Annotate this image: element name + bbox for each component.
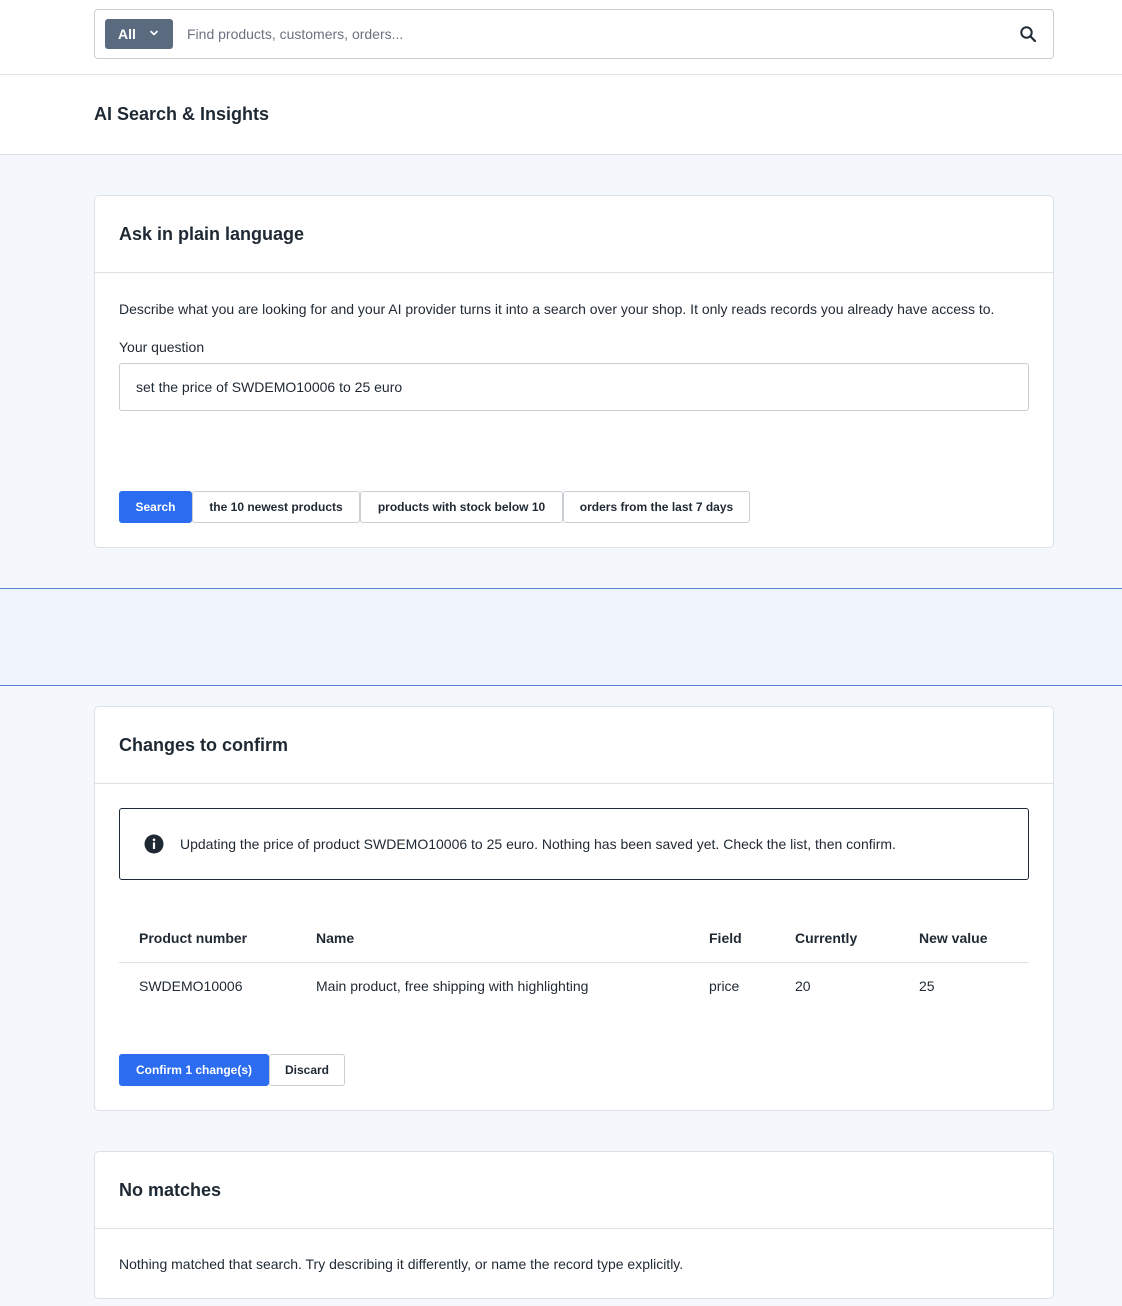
changes-notice: Updating the price of product SWDEMO1000…	[119, 808, 1029, 880]
global-search: All	[94, 9, 1054, 59]
search-type-dropdown[interactable]: All	[105, 19, 173, 49]
ask-actions: Search the 10 newest products products w…	[119, 491, 750, 523]
cell-product-number: SWDEMO10006	[139, 978, 243, 994]
changes-card-header: Changes to confirm	[95, 707, 1053, 784]
changes-card: Changes to confirm Updating the price of…	[94, 706, 1054, 1111]
changes-card-title: Changes to confirm	[119, 735, 289, 755]
no-matches-title: No matches	[119, 1180, 222, 1200]
top-bar: All	[0, 0, 1122, 75]
column-header-name: Name	[316, 930, 355, 946]
chevron-down-icon	[150, 30, 158, 36]
highlight-band	[0, 588, 1122, 686]
cell-field: price	[709, 978, 740, 994]
notice-text: Updating the price of product SWDEMO1000…	[180, 836, 896, 852]
ask-description: Describe what you are looking for and yo…	[119, 301, 995, 317]
suggestion-recent-orders[interactable]: orders from the last 7 days	[563, 491, 750, 523]
column-header-currently: Currently	[795, 930, 858, 946]
page-header: AI Search & Insights	[0, 75, 1122, 155]
suggestion-low-stock[interactable]: products with stock below 10	[360, 491, 563, 523]
discard-button[interactable]: Discard	[269, 1054, 345, 1086]
changes-table: Product number Name Field Currently New …	[119, 913, 1029, 1009]
search-icon[interactable]	[1019, 25, 1037, 43]
cell-currently: 20	[795, 978, 811, 994]
no-matches-text: Nothing matched that search. Try describ…	[119, 1256, 684, 1272]
suggestion-newest-products[interactable]: the 10 newest products	[192, 491, 360, 523]
confirm-changes-button[interactable]: Confirm 1 change(s)	[119, 1054, 269, 1086]
no-matches-card-header: No matches	[95, 1152, 1053, 1229]
column-header-new-value: New value	[919, 930, 988, 946]
ask-card-header: Ask in plain language	[95, 196, 1053, 273]
page-title: AI Search & Insights	[94, 104, 270, 124]
search-type-label: All	[118, 26, 136, 42]
search-button[interactable]: Search	[119, 491, 192, 523]
no-matches-card: No matches Nothing matched that search. …	[94, 1151, 1054, 1299]
column-header-field: Field	[709, 930, 742, 946]
changes-actions: Confirm 1 change(s) Discard	[119, 1054, 345, 1086]
ask-card: Ask in plain language Describe what you …	[94, 195, 1054, 548]
question-label: Your question	[119, 339, 205, 355]
cell-new-value: 25	[919, 978, 935, 994]
global-search-input[interactable]	[187, 22, 997, 46]
column-header-product-number: Product number	[139, 930, 248, 946]
table-header-row: Product number Name Field Currently New …	[119, 913, 1029, 963]
cell-name: Main product, free shipping with highlig…	[316, 978, 589, 994]
info-icon	[144, 834, 164, 854]
question-input[interactable]	[119, 363, 1029, 411]
table-row: SWDEMO10006 Main product, free shipping …	[119, 963, 1029, 1009]
ask-card-title: Ask in plain language	[119, 224, 305, 244]
